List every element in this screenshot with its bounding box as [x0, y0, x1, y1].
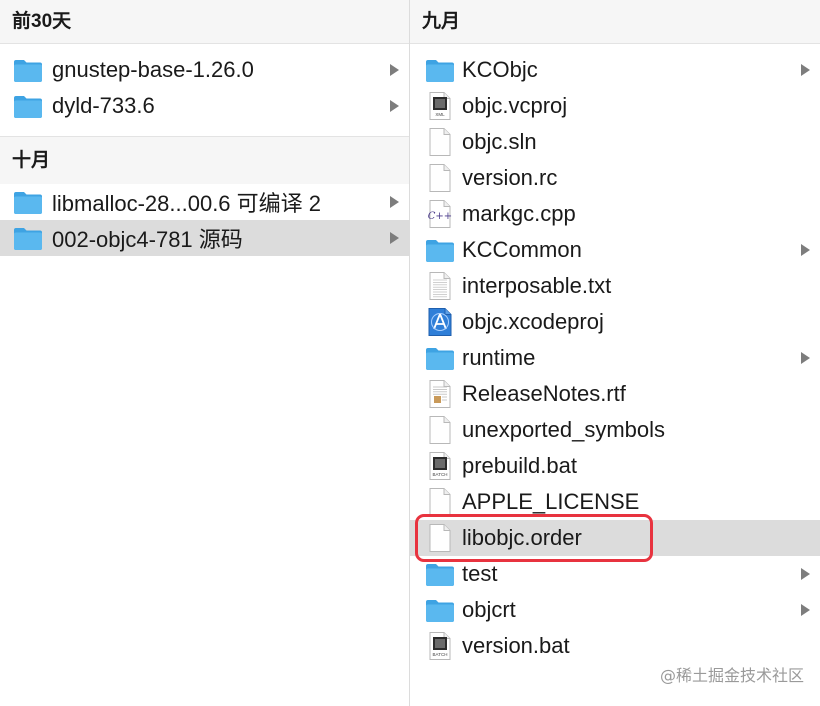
file-name: objc.xcodeproj [462, 309, 604, 334]
folder-icon [12, 55, 44, 85]
file-name: libmalloc-28...00.6 可编译 2 [52, 191, 321, 216]
blank-file-icon [424, 163, 456, 193]
file-name: KCObjc [462, 57, 538, 82]
file-name: objc.sln [462, 129, 537, 154]
folder-icon [424, 343, 456, 373]
file-row-markgc-cpp[interactable]: C++ markgc.cpp [410, 196, 820, 232]
cpp-file-icon: C++ [424, 199, 456, 229]
file-row-interposable-txt[interactable]: interposable.txt [410, 268, 820, 304]
disclosure-chevron-icon [798, 52, 812, 88]
file-row-releasenotes-rtf[interactable]: ReleaseNotes.rtf [410, 376, 820, 412]
file-name: objcrt [462, 597, 516, 622]
svg-text:C++: C++ [428, 211, 452, 222]
folder-icon [12, 91, 44, 121]
svg-text:XML: XML [435, 112, 445, 117]
folder-icon [424, 55, 456, 85]
folder-icon [12, 187, 44, 217]
blank-file-icon [424, 487, 456, 517]
batch-file-icon: BATCH [424, 451, 456, 481]
svg-text:BATCH: BATCH [433, 472, 448, 477]
file-row-gnustep-base-1-26-0[interactable]: gnustep-base-1.26.0 [0, 52, 409, 88]
file-row-objc-vcproj[interactable]: XML objc.vcproj [410, 88, 820, 124]
file-name: KCCommon [462, 237, 582, 262]
file-name: interposable.txt [462, 273, 612, 298]
file-name: gnustep-base-1.26.0 [52, 57, 254, 82]
file-row-objc-xcodeproj[interactable]: objc.xcodeproj [410, 304, 820, 340]
left-column-header: 前30天 [0, 0, 409, 44]
section-header-october: 十月 [0, 136, 409, 184]
annotation-highlight-box [415, 514, 653, 562]
file-name: dyld-733.6 [52, 93, 155, 118]
disclosure-chevron-icon [387, 220, 401, 256]
file-name: prebuild.bat [462, 453, 577, 478]
text-file-icon [424, 271, 456, 301]
file-row-objcrt[interactable]: objcrt [410, 592, 820, 628]
file-name: version.rc [462, 165, 558, 190]
disclosure-chevron-icon [387, 52, 401, 88]
disclosure-chevron-icon [798, 232, 812, 268]
disclosure-chevron-icon [798, 556, 812, 592]
watermark: @稀土掘金技术社区 [659, 666, 804, 685]
disclosure-chevron-icon [798, 592, 812, 628]
right-column-header: 九月 [410, 0, 820, 44]
file-name: 002-objc4-781 源码 [52, 227, 243, 252]
xml-file-icon: XML [424, 91, 456, 121]
folder-icon [424, 235, 456, 265]
file-row-dyld-733-6[interactable]: dyld-733.6 [0, 88, 409, 124]
right-column: 九月 KCObjc XML objc.vcproj objc.sln versi… [410, 0, 820, 706]
blank-file-icon [424, 127, 456, 157]
file-row-002-objc4-781[interactable]: 002-objc4-781 源码 [0, 220, 409, 256]
file-row-runtime[interactable]: runtime [410, 340, 820, 376]
file-name: APPLE_LICENSE [462, 489, 640, 514]
disclosure-chevron-icon [387, 88, 401, 124]
folder-icon [424, 595, 456, 625]
file-name: objc.vcproj [462, 93, 568, 118]
file-row-version-bat[interactable]: BATCH version.bat [410, 628, 820, 664]
file-row-kcobjc[interactable]: KCObjc [410, 52, 820, 88]
file-row-version-rc[interactable]: version.rc [410, 160, 820, 196]
file-name: markgc.cpp [462, 201, 576, 226]
blank-file-icon [424, 415, 456, 445]
folder-icon [12, 223, 44, 253]
file-row-kccommon[interactable]: KCCommon [410, 232, 820, 268]
left-column: 前30天 gnustep-base-1.26.0 dyld-733.6 十月 l… [0, 0, 409, 706]
folder-icon [424, 559, 456, 589]
file-name: version.bat [462, 633, 570, 658]
rtf-file-icon [424, 379, 456, 409]
batch-file-icon: BATCH [424, 631, 456, 661]
disclosure-chevron-icon [387, 184, 401, 220]
file-row-unexported-symbols[interactable]: unexported_symbols [410, 412, 820, 448]
file-row-libmalloc-28-00-6-2[interactable]: libmalloc-28...00.6 可编译 2 [0, 184, 409, 220]
disclosure-chevron-icon [798, 340, 812, 376]
file-row-prebuild-bat[interactable]: BATCH prebuild.bat [410, 448, 820, 484]
xcode-file-icon [424, 307, 456, 337]
file-row-objc-sln[interactable]: objc.sln [410, 124, 820, 160]
file-name: runtime [462, 345, 536, 370]
file-name: unexported_symbols [462, 417, 666, 442]
file-name: test [462, 561, 498, 586]
svg-text:BATCH: BATCH [433, 652, 448, 657]
file-name: ReleaseNotes.rtf [462, 381, 626, 406]
